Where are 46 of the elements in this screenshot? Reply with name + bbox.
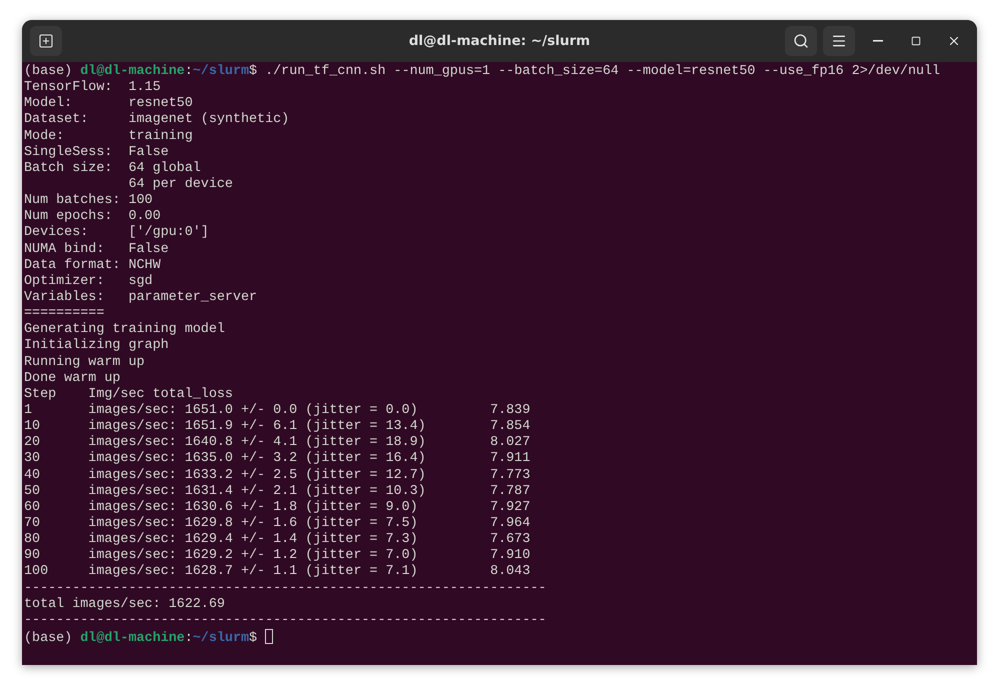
output-line: SingleSess: False bbox=[24, 144, 169, 160]
output-line: ----------------------------------------------------------------- bbox=[24, 580, 546, 596]
menu-button[interactable] bbox=[823, 26, 855, 56]
output-line: Num epochs: 0.00 bbox=[24, 209, 161, 224]
output-line: total images/sec: 1622.69 bbox=[24, 596, 225, 612]
output-line: 60 images/sec: 1630.6 +/- 1.8 (jitter = 9.0) 7.927 bbox=[24, 500, 530, 515]
output-line: 50 images/sec: 1631.4 +/- 2.1 (jitter = 10.3) 7.787 bbox=[24, 484, 530, 499]
output-line: Variables: parameter_server bbox=[24, 290, 258, 305]
output-line: Generating training model bbox=[24, 322, 225, 338]
output-line: 10 images/sec: 1651.9 +/- 6.1 (jitter = 13.4) 7.854 bbox=[24, 419, 530, 434]
output-line: 100 images/sec: 1628.7 +/- 1.1 (jitter = 7.1) 8.043 bbox=[24, 564, 530, 580]
output-line: Batch size: 64 global bbox=[24, 160, 201, 176]
close-icon bbox=[947, 34, 961, 48]
output-line: Model: resnet50 bbox=[24, 96, 193, 112]
output-line: Devices: ['/gpu:0'] bbox=[24, 225, 209, 240]
new-tab-button[interactable] bbox=[30, 26, 62, 56]
prompt-line: (base) dl@dl-machine:~/slurm$ ./run_tf_cnn.sh --num_gpus=1 --batch_size=64 --model=resnet50 --use_fp16 2>/dev/null bbox=[24, 64, 940, 79]
output-line: Optimizer: sgd bbox=[24, 274, 153, 289]
output-line: Running warm up bbox=[24, 354, 145, 370]
maximize-icon bbox=[911, 36, 921, 46]
plus-square-icon bbox=[38, 33, 54, 49]
output-line: Dataset: imagenet (synthetic) bbox=[24, 112, 290, 128]
output-line: 30 images/sec: 1635.0 +/- 3.2 (jitter = 16.4) 7.911 bbox=[24, 451, 530, 466]
output-line: Initializing graph bbox=[24, 338, 169, 354]
output-line: 40 images/sec: 1633.2 +/- 2.5 (jitter = 12.7) 7.773 bbox=[24, 468, 530, 483]
output-line: 70 images/sec: 1629.8 +/- 1.6 (jitter = 7.5) 7.964 bbox=[24, 516, 530, 531]
output-line: ----------------------------------------------------------------- bbox=[24, 612, 546, 628]
menu-icon bbox=[831, 33, 847, 49]
prompt-line: (base) dl@dl-machine:~/slurm$ bbox=[24, 630, 258, 646]
output-line: 90 images/sec: 1629.2 +/- 1.2 (jitter = 7.0) 7.910 bbox=[24, 548, 530, 564]
output-line: 64 per device bbox=[127, 176, 233, 192]
output-line: 80 images/sec: 1629.4 +/- 1.4 (jitter = 7.3) 7.673 bbox=[24, 532, 530, 548]
output-line: 20 images/sec: 1640.8 +/- 4.1 (jitter = 18.9) 8.027 bbox=[24, 435, 530, 450]
output-line: ========== bbox=[24, 306, 104, 322]
output-line: Done warm up bbox=[24, 370, 120, 386]
output-line: Data format: NCHW bbox=[24, 258, 161, 273]
output-line: NUMA bind: False bbox=[24, 242, 169, 257]
output-line: TensorFlow: 1.15 bbox=[24, 80, 161, 96]
output-line: Step Img/sec total_loss bbox=[24, 386, 233, 402]
window-title: dl@dl-machine: ~/slurm bbox=[408, 33, 590, 49]
output-line: 1 images/sec: 1651.0 +/- 0.0 (jitter = 0.0) 7.839 bbox=[24, 402, 530, 418]
output-line: Num batches: 100 bbox=[24, 193, 153, 208]
search-icon bbox=[793, 33, 809, 49]
minimize-icon bbox=[873, 40, 883, 42]
search-button[interactable] bbox=[785, 26, 817, 56]
output-line: Mode: training bbox=[24, 128, 193, 144]
